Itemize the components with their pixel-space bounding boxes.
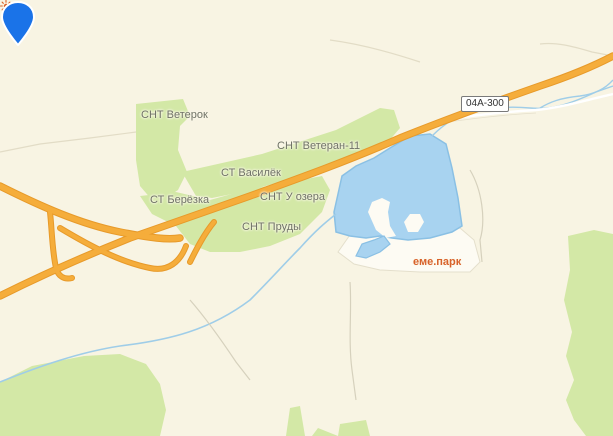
label-snt-prudy: СНТ Пруды (242, 221, 302, 233)
label-snt-u-ozera: СНТ У озера (260, 191, 325, 203)
map-canvas (0, 0, 613, 436)
road-shield-04a-300: 04А-300 (461, 96, 509, 112)
label-st-vasilek: СТ Василёк (221, 167, 281, 179)
location-pin-icon[interactable] (0, 0, 36, 46)
poi-label-eme-park[interactable]: еме.парк (413, 256, 461, 268)
label-snt-veterok: СНТ Ветерок (141, 109, 208, 121)
label-st-berezka: СТ Берёзка (150, 194, 210, 206)
map-view[interactable]: 04А-300 СНТ Ветерок СНТ Ветеран-11 СТ Ва… (0, 0, 613, 436)
label-snt-veteran-11: СНТ Ветеран-11 (277, 140, 361, 152)
